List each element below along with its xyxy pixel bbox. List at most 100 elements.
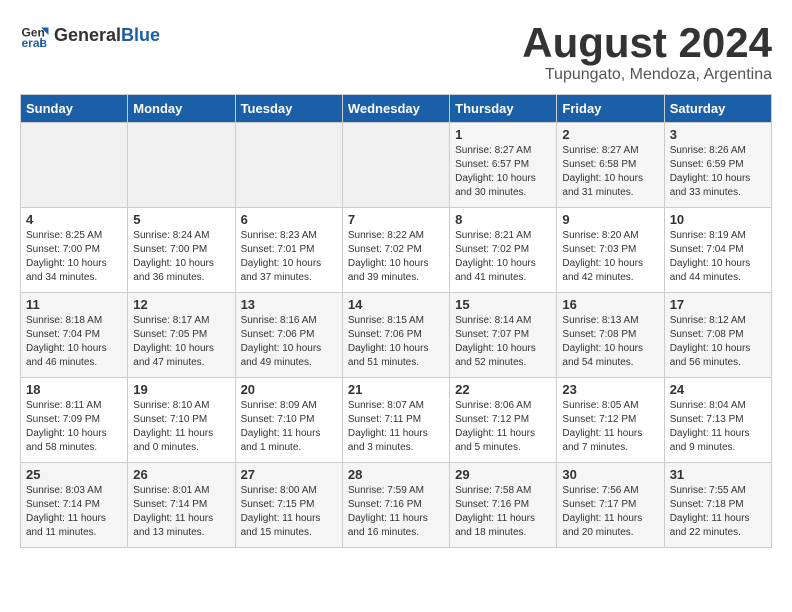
location-subtitle: Tupungato, Mendoza, Argentina bbox=[522, 66, 772, 84]
calendar-day-cell: 16 Sunrise: 8:13 AMSunset: 7:08 PMDaylig… bbox=[557, 293, 664, 378]
weekday-header-sunday: Sunday bbox=[21, 95, 128, 123]
calendar-day-cell: 2 Sunrise: 8:27 AMSunset: 6:58 PMDayligh… bbox=[557, 123, 664, 208]
day-info: Sunrise: 8:10 AMSunset: 7:10 PMDaylight:… bbox=[133, 399, 229, 455]
day-number: 4 bbox=[26, 212, 122, 227]
page-header: Gen eral B GeneralBlue August 2024 Tupun… bbox=[20, 20, 772, 84]
calendar-day-cell: 26 Sunrise: 8:01 AMSunset: 7:14 PMDaylig… bbox=[128, 463, 235, 548]
calendar-day-cell: 11 Sunrise: 8:18 AMSunset: 7:04 PMDaylig… bbox=[21, 293, 128, 378]
calendar-day-cell: 23 Sunrise: 8:05 AMSunset: 7:12 PMDaylig… bbox=[557, 378, 664, 463]
day-number: 5 bbox=[133, 212, 229, 227]
day-number: 10 bbox=[670, 212, 766, 227]
calendar-day-cell: 1 Sunrise: 8:27 AMSunset: 6:57 PMDayligh… bbox=[450, 123, 557, 208]
weekday-header-saturday: Saturday bbox=[664, 95, 771, 123]
day-number: 12 bbox=[133, 297, 229, 312]
calendar-day-cell bbox=[21, 123, 128, 208]
day-info: Sunrise: 8:14 AMSunset: 7:07 PMDaylight:… bbox=[455, 314, 551, 370]
day-info: Sunrise: 7:55 AMSunset: 7:18 PMDaylight:… bbox=[670, 484, 766, 540]
day-info: Sunrise: 8:27 AMSunset: 6:58 PMDaylight:… bbox=[562, 144, 658, 200]
calendar-day-cell: 15 Sunrise: 8:14 AMSunset: 7:07 PMDaylig… bbox=[450, 293, 557, 378]
calendar-day-cell: 27 Sunrise: 8:00 AMSunset: 7:15 PMDaylig… bbox=[235, 463, 342, 548]
day-number: 3 bbox=[670, 127, 766, 142]
day-number: 2 bbox=[562, 127, 658, 142]
day-info: Sunrise: 8:11 AMSunset: 7:09 PMDaylight:… bbox=[26, 399, 122, 455]
calendar-day-cell: 10 Sunrise: 8:19 AMSunset: 7:04 PMDaylig… bbox=[664, 208, 771, 293]
weekday-header-friday: Friday bbox=[557, 95, 664, 123]
weekday-header-tuesday: Tuesday bbox=[235, 95, 342, 123]
calendar-day-cell: 5 Sunrise: 8:24 AMSunset: 7:00 PMDayligh… bbox=[128, 208, 235, 293]
day-number: 17 bbox=[670, 297, 766, 312]
svg-text:B: B bbox=[40, 38, 48, 50]
day-number: 28 bbox=[348, 467, 444, 482]
day-info: Sunrise: 8:25 AMSunset: 7:00 PMDaylight:… bbox=[26, 229, 122, 285]
day-info: Sunrise: 8:27 AMSunset: 6:57 PMDaylight:… bbox=[455, 144, 551, 200]
day-number: 1 bbox=[455, 127, 551, 142]
day-info: Sunrise: 8:05 AMSunset: 7:12 PMDaylight:… bbox=[562, 399, 658, 455]
day-info: Sunrise: 8:04 AMSunset: 7:13 PMDaylight:… bbox=[670, 399, 766, 455]
day-number: 25 bbox=[26, 467, 122, 482]
weekday-header-thursday: Thursday bbox=[450, 95, 557, 123]
calendar-day-cell bbox=[235, 123, 342, 208]
calendar-day-cell bbox=[342, 123, 449, 208]
logo-text: GeneralBlue bbox=[54, 25, 160, 46]
calendar-day-cell: 22 Sunrise: 8:06 AMSunset: 7:12 PMDaylig… bbox=[450, 378, 557, 463]
calendar-day-cell: 3 Sunrise: 8:26 AMSunset: 6:59 PMDayligh… bbox=[664, 123, 771, 208]
day-number: 16 bbox=[562, 297, 658, 312]
day-info: Sunrise: 8:26 AMSunset: 6:59 PMDaylight:… bbox=[670, 144, 766, 200]
day-number: 9 bbox=[562, 212, 658, 227]
day-info: Sunrise: 7:56 AMSunset: 7:17 PMDaylight:… bbox=[562, 484, 658, 540]
calendar-day-cell bbox=[128, 123, 235, 208]
calendar-week-row: 18 Sunrise: 8:11 AMSunset: 7:09 PMDaylig… bbox=[21, 378, 772, 463]
calendar-day-cell: 13 Sunrise: 8:16 AMSunset: 7:06 PMDaylig… bbox=[235, 293, 342, 378]
calendar-week-row: 1 Sunrise: 8:27 AMSunset: 6:57 PMDayligh… bbox=[21, 123, 772, 208]
day-number: 15 bbox=[455, 297, 551, 312]
calendar-day-cell: 19 Sunrise: 8:10 AMSunset: 7:10 PMDaylig… bbox=[128, 378, 235, 463]
day-number: 26 bbox=[133, 467, 229, 482]
weekday-header-wednesday: Wednesday bbox=[342, 95, 449, 123]
calendar-day-cell: 18 Sunrise: 8:11 AMSunset: 7:09 PMDaylig… bbox=[21, 378, 128, 463]
calendar-day-cell: 31 Sunrise: 7:55 AMSunset: 7:18 PMDaylig… bbox=[664, 463, 771, 548]
logo-icon: Gen eral B bbox=[20, 20, 50, 50]
calendar-week-row: 4 Sunrise: 8:25 AMSunset: 7:00 PMDayligh… bbox=[21, 208, 772, 293]
day-number: 27 bbox=[241, 467, 337, 482]
day-info: Sunrise: 7:58 AMSunset: 7:16 PMDaylight:… bbox=[455, 484, 551, 540]
day-number: 30 bbox=[562, 467, 658, 482]
day-info: Sunrise: 8:09 AMSunset: 7:10 PMDaylight:… bbox=[241, 399, 337, 455]
calendar-day-cell: 28 Sunrise: 7:59 AMSunset: 7:16 PMDaylig… bbox=[342, 463, 449, 548]
day-number: 20 bbox=[241, 382, 337, 397]
day-info: Sunrise: 8:19 AMSunset: 7:04 PMDaylight:… bbox=[670, 229, 766, 285]
calendar-week-row: 25 Sunrise: 8:03 AMSunset: 7:14 PMDaylig… bbox=[21, 463, 772, 548]
calendar-day-cell: 25 Sunrise: 8:03 AMSunset: 7:14 PMDaylig… bbox=[21, 463, 128, 548]
calendar-day-cell: 17 Sunrise: 8:12 AMSunset: 7:08 PMDaylig… bbox=[664, 293, 771, 378]
day-info: Sunrise: 8:21 AMSunset: 7:02 PMDaylight:… bbox=[455, 229, 551, 285]
day-info: Sunrise: 8:18 AMSunset: 7:04 PMDaylight:… bbox=[26, 314, 122, 370]
day-info: Sunrise: 8:07 AMSunset: 7:11 PMDaylight:… bbox=[348, 399, 444, 455]
logo: Gen eral B GeneralBlue bbox=[20, 20, 160, 50]
calendar-day-cell: 29 Sunrise: 7:58 AMSunset: 7:16 PMDaylig… bbox=[450, 463, 557, 548]
calendar-week-row: 11 Sunrise: 8:18 AMSunset: 7:04 PMDaylig… bbox=[21, 293, 772, 378]
calendar-day-cell: 12 Sunrise: 8:17 AMSunset: 7:05 PMDaylig… bbox=[128, 293, 235, 378]
calendar-day-cell: 20 Sunrise: 8:09 AMSunset: 7:10 PMDaylig… bbox=[235, 378, 342, 463]
day-info: Sunrise: 8:23 AMSunset: 7:01 PMDaylight:… bbox=[241, 229, 337, 285]
day-number: 29 bbox=[455, 467, 551, 482]
calendar-day-cell: 6 Sunrise: 8:23 AMSunset: 7:01 PMDayligh… bbox=[235, 208, 342, 293]
calendar-day-cell: 9 Sunrise: 8:20 AMSunset: 7:03 PMDayligh… bbox=[557, 208, 664, 293]
title-block: August 2024 Tupungato, Mendoza, Argentin… bbox=[522, 20, 772, 84]
calendar-day-cell: 4 Sunrise: 8:25 AMSunset: 7:00 PMDayligh… bbox=[21, 208, 128, 293]
day-info: Sunrise: 8:24 AMSunset: 7:00 PMDaylight:… bbox=[133, 229, 229, 285]
calendar-day-cell: 8 Sunrise: 8:21 AMSunset: 7:02 PMDayligh… bbox=[450, 208, 557, 293]
day-info: Sunrise: 8:12 AMSunset: 7:08 PMDaylight:… bbox=[670, 314, 766, 370]
calendar-day-cell: 14 Sunrise: 8:15 AMSunset: 7:06 PMDaylig… bbox=[342, 293, 449, 378]
day-number: 24 bbox=[670, 382, 766, 397]
day-number: 31 bbox=[670, 467, 766, 482]
day-number: 18 bbox=[26, 382, 122, 397]
calendar-day-cell: 30 Sunrise: 7:56 AMSunset: 7:17 PMDaylig… bbox=[557, 463, 664, 548]
calendar-day-cell: 24 Sunrise: 8:04 AMSunset: 7:13 PMDaylig… bbox=[664, 378, 771, 463]
day-info: Sunrise: 8:00 AMSunset: 7:15 PMDaylight:… bbox=[241, 484, 337, 540]
day-info: Sunrise: 8:22 AMSunset: 7:02 PMDaylight:… bbox=[348, 229, 444, 285]
calendar-day-cell: 21 Sunrise: 8:07 AMSunset: 7:11 PMDaylig… bbox=[342, 378, 449, 463]
weekday-header-row: SundayMondayTuesdayWednesdayThursdayFrid… bbox=[21, 95, 772, 123]
day-number: 6 bbox=[241, 212, 337, 227]
day-number: 23 bbox=[562, 382, 658, 397]
day-number: 13 bbox=[241, 297, 337, 312]
month-year-title: August 2024 bbox=[522, 20, 772, 66]
